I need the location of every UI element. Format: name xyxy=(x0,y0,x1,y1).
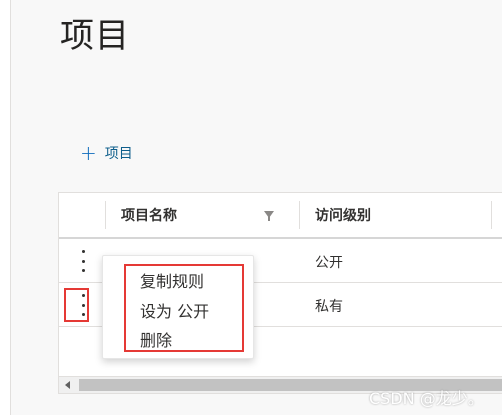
table-header: 项目名称 访问级别 xyxy=(59,193,502,239)
column-divider xyxy=(491,201,492,229)
filter-icon[interactable] xyxy=(264,211,274,221)
add-project-label: 项目 xyxy=(104,146,133,162)
access-level-cell: 私有 xyxy=(315,299,343,315)
more-vertical-icon[interactable] xyxy=(77,250,89,272)
plus-icon: + xyxy=(80,141,97,165)
more-vertical-icon[interactable] xyxy=(77,294,89,316)
watermark: CSDN @龙少。 xyxy=(369,389,484,408)
column-header-access-level[interactable]: 访问级别 xyxy=(315,205,371,225)
left-rail xyxy=(0,0,11,415)
scroll-left-icon[interactable] xyxy=(65,381,70,389)
add-project-button[interactable]: + 项目 xyxy=(80,142,133,164)
menu-item-copy-rule[interactable]: 复制规则 xyxy=(140,268,204,292)
menu-item-delete[interactable]: 删除 xyxy=(140,327,172,351)
page-title: 项目 xyxy=(60,16,130,56)
column-divider xyxy=(299,201,300,229)
access-level-cell: 公开 xyxy=(315,255,343,271)
column-divider xyxy=(105,201,106,229)
context-menu: 复制规则 设为 公开 删除 xyxy=(102,255,254,359)
column-header-project-name[interactable]: 项目名称 xyxy=(121,205,177,225)
menu-item-set-public[interactable]: 设为 公开 xyxy=(140,298,209,322)
